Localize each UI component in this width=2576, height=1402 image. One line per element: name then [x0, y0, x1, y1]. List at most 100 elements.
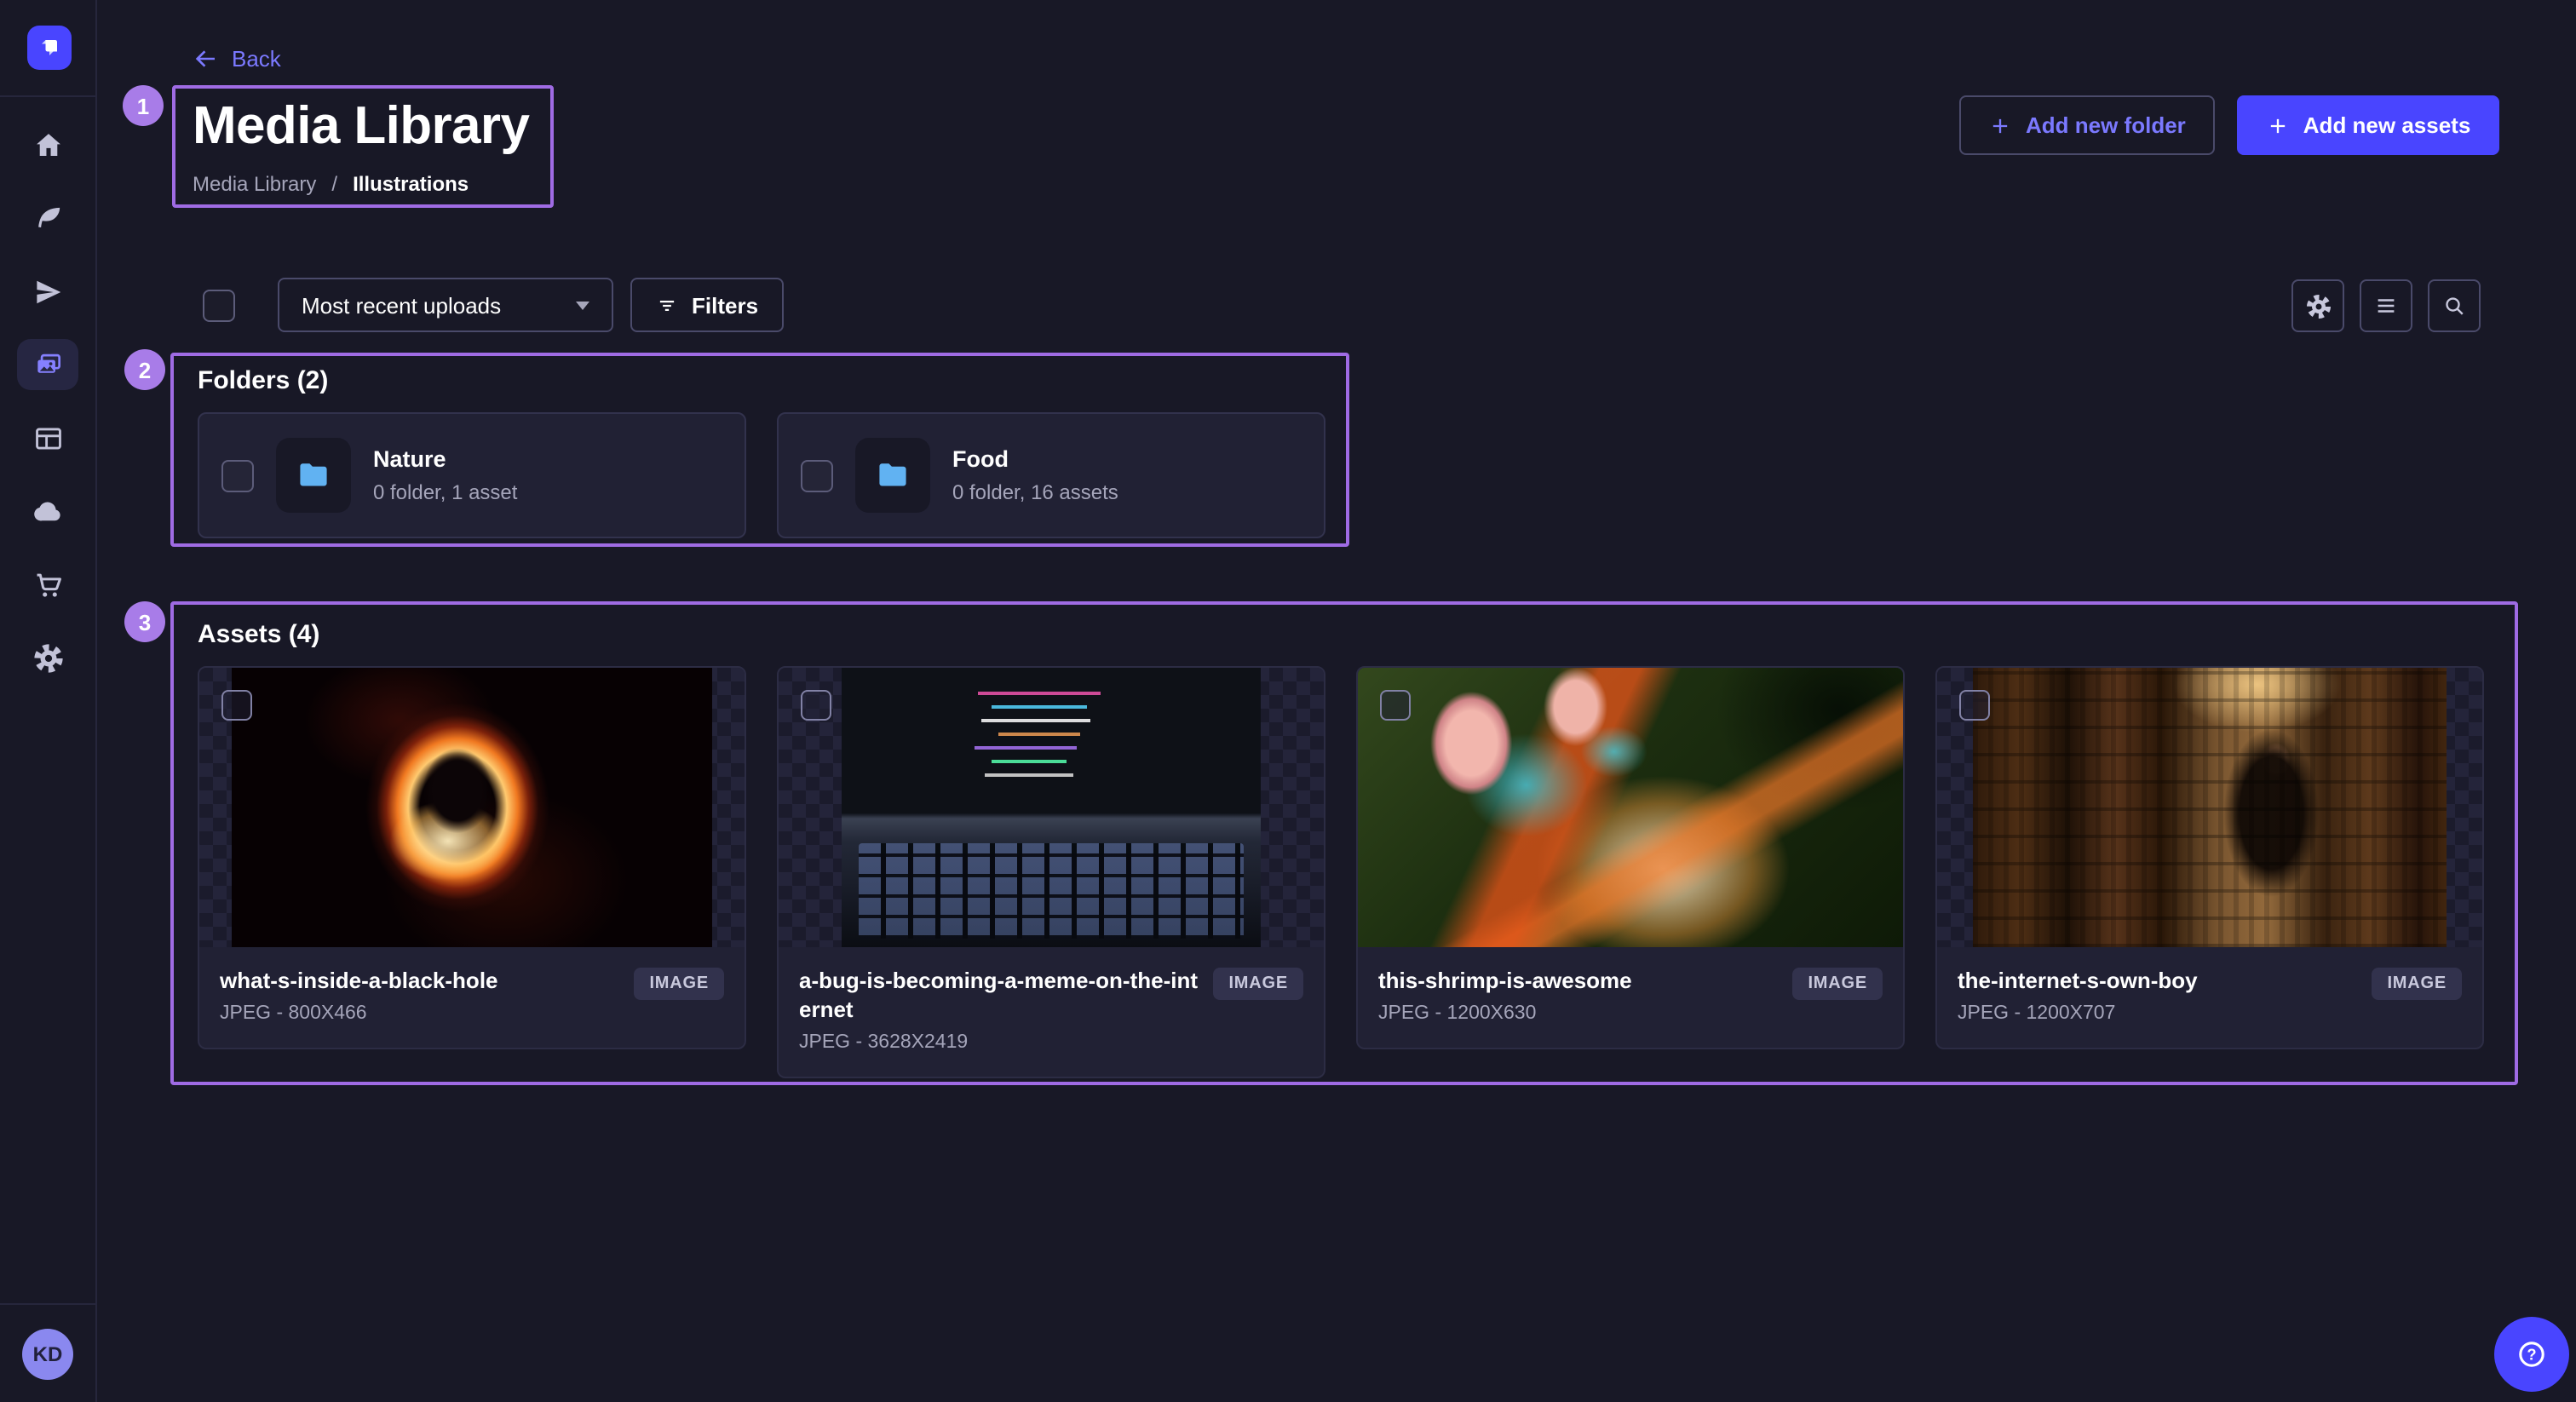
asset-card-black-hole[interactable]: what-s-inside-a-black-hole JPEG - 800X46…: [198, 666, 746, 1049]
user-avatar[interactable]: KD: [22, 1329, 73, 1380]
asset-title: what-s-inside-a-black-hole: [220, 968, 498, 997]
folder-icon: [295, 457, 332, 494]
sidebar-item-marketplace[interactable]: [17, 559, 78, 610]
strapi-logo[interactable]: [27, 26, 72, 70]
assets-grid: what-s-inside-a-black-hole JPEG - 800X46…: [198, 666, 2484, 1078]
back-link[interactable]: Back: [193, 46, 281, 72]
svg-text:?: ?: [2527, 1346, 2536, 1364]
media-library-icon: [32, 348, 64, 381]
asset-checkbox[interactable]: [221, 690, 252, 721]
folders-heading: Folders (2): [198, 366, 328, 395]
folders-grid: Nature 0 folder, 1 asset Food 0 folder, …: [198, 412, 1325, 538]
mantis-shrimp-photo: [1356, 668, 1905, 947]
layout-icon: [32, 422, 64, 454]
list-icon: [2373, 293, 2399, 319]
asset-footer: this-shrimp-is-awesome JPEG - 1200X630 I…: [1358, 947, 1903, 1048]
add-new-folder-button[interactable]: Add new folder: [1959, 95, 2215, 155]
add-new-folder-label: Add new folder: [2026, 112, 2186, 138]
feather-icon: [32, 202, 64, 234]
breadcrumb: Media Library / Illustrations: [193, 172, 529, 196]
paper-plane-icon: [32, 275, 64, 307]
asset-meta: JPEG - 1200X707: [1958, 1003, 2198, 1024]
sidebar-item-deploy[interactable]: [17, 486, 78, 537]
sidebar-item-media-library[interactable]: [17, 339, 78, 390]
folder-card-food[interactable]: Food 0 folder, 16 assets: [777, 412, 1325, 538]
asset-card-internets-own-boy[interactable]: the-internet-s-own-boy JPEG - 1200X707 I…: [1935, 666, 2484, 1049]
folder-name: Food: [952, 446, 1118, 474]
sidebar-item-settings[interactable]: [17, 632, 78, 683]
black-hole-photo: [232, 668, 712, 947]
add-new-assets-label: Add new assets: [2303, 112, 2471, 138]
toolbar-right: [2291, 279, 2481, 332]
sort-select[interactable]: Most recent uploads: [278, 278, 613, 332]
folder-name: Nature: [373, 446, 517, 474]
title-block: Media Library Media Library / Illustrati…: [193, 97, 529, 196]
list-view-button[interactable]: [2360, 279, 2412, 332]
folder-tile: [855, 438, 930, 513]
cloud-icon: [32, 495, 64, 527]
view-settings-button[interactable]: [2291, 279, 2344, 332]
breadcrumb-parent[interactable]: Media Library: [193, 172, 316, 196]
assets-heading: Assets (4): [198, 620, 319, 649]
annotation-number: 2: [139, 357, 151, 382]
sidebar-item-releases[interactable]: [17, 266, 78, 317]
asset-card-shrimp[interactable]: this-shrimp-is-awesome JPEG - 1200X630 I…: [1356, 666, 1905, 1049]
chevron-down-icon: [576, 301, 589, 309]
toolbar-left: Most recent uploads Filters: [203, 278, 784, 332]
filter-icon: [656, 294, 678, 316]
asset-type-badge: IMAGE: [1213, 968, 1303, 1000]
sidebar-item-content-type-builder[interactable]: [17, 412, 78, 463]
asset-type-badge: IMAGE: [634, 968, 724, 1000]
select-all-checkbox[interactable]: [203, 289, 235, 321]
back-label: Back: [232, 46, 281, 72]
annotation-marker-2: 2: [124, 349, 165, 390]
asset-title: this-shrimp-is-awesome: [1378, 968, 1632, 997]
filters-label: Filters: [692, 292, 758, 318]
asset-checkbox[interactable]: [1380, 690, 1411, 721]
annotation-number: 3: [139, 609, 151, 635]
asset-meta: JPEG - 800X466: [220, 1003, 498, 1024]
gear-icon: [2304, 292, 2332, 319]
asset-thumbnail-area: [199, 668, 745, 947]
sidebar-item-content-manager[interactable]: [17, 192, 78, 244]
avatar-initials: KD: [33, 1342, 63, 1366]
sort-select-value: Most recent uploads: [302, 292, 501, 318]
asset-meta: JPEG - 1200X630: [1378, 1003, 1632, 1024]
add-new-assets-button[interactable]: Add new assets: [2237, 95, 2500, 155]
asset-card-bug-meme[interactable]: a-bug-is-becoming-a-meme-on-the-internet…: [777, 666, 1325, 1078]
search-button[interactable]: [2428, 279, 2481, 332]
folder-tile: [276, 438, 351, 513]
folder-card-nature[interactable]: Nature 0 folder, 1 asset: [198, 412, 746, 538]
cart-icon: [32, 568, 64, 600]
asset-checkbox[interactable]: [801, 690, 831, 721]
asset-footer: what-s-inside-a-black-hole JPEG - 800X46…: [199, 947, 745, 1048]
header-actions: Add new folder Add new assets: [1959, 95, 2499, 155]
library-portrait-photo: [1973, 668, 2447, 947]
strapi-logo-icon: [34, 32, 65, 63]
asset-meta: JPEG - 3628X2419: [799, 1032, 1199, 1053]
folder-meta: 0 folder, 16 assets: [952, 480, 1118, 504]
asset-title: the-internet-s-own-boy: [1958, 968, 2198, 997]
annotation-marker-1: 1: [123, 85, 164, 126]
annotation-number: 1: [137, 93, 149, 118]
page-title: Media Library: [193, 97, 529, 155]
help-button[interactable]: ?: [2494, 1317, 2569, 1392]
asset-title: a-bug-is-becoming-a-meme-on-the-internet: [799, 968, 1199, 1026]
laptop-code-photo: [842, 668, 1261, 947]
folder-checkbox[interactable]: [221, 459, 254, 491]
asset-checkbox[interactable]: [1959, 690, 1990, 721]
asset-thumbnail-area: [779, 668, 1324, 947]
plus-icon: [1988, 113, 2012, 137]
folder-checkbox[interactable]: [801, 459, 833, 491]
folder-icon: [874, 457, 911, 494]
asset-footer: a-bug-is-becoming-a-meme-on-the-internet…: [779, 947, 1324, 1077]
home-icon: [32, 129, 64, 161]
filters-button[interactable]: Filters: [630, 278, 784, 332]
sidebar-nav: [0, 119, 95, 683]
folder-meta: 0 folder, 1 asset: [373, 480, 517, 504]
sidebar-item-home[interactable]: [17, 119, 78, 170]
breadcrumb-current: Illustrations: [353, 172, 469, 196]
annotation-marker-3: 3: [124, 601, 165, 642]
breadcrumb-separator: /: [331, 172, 337, 196]
asset-type-badge: IMAGE: [1792, 968, 1883, 1000]
